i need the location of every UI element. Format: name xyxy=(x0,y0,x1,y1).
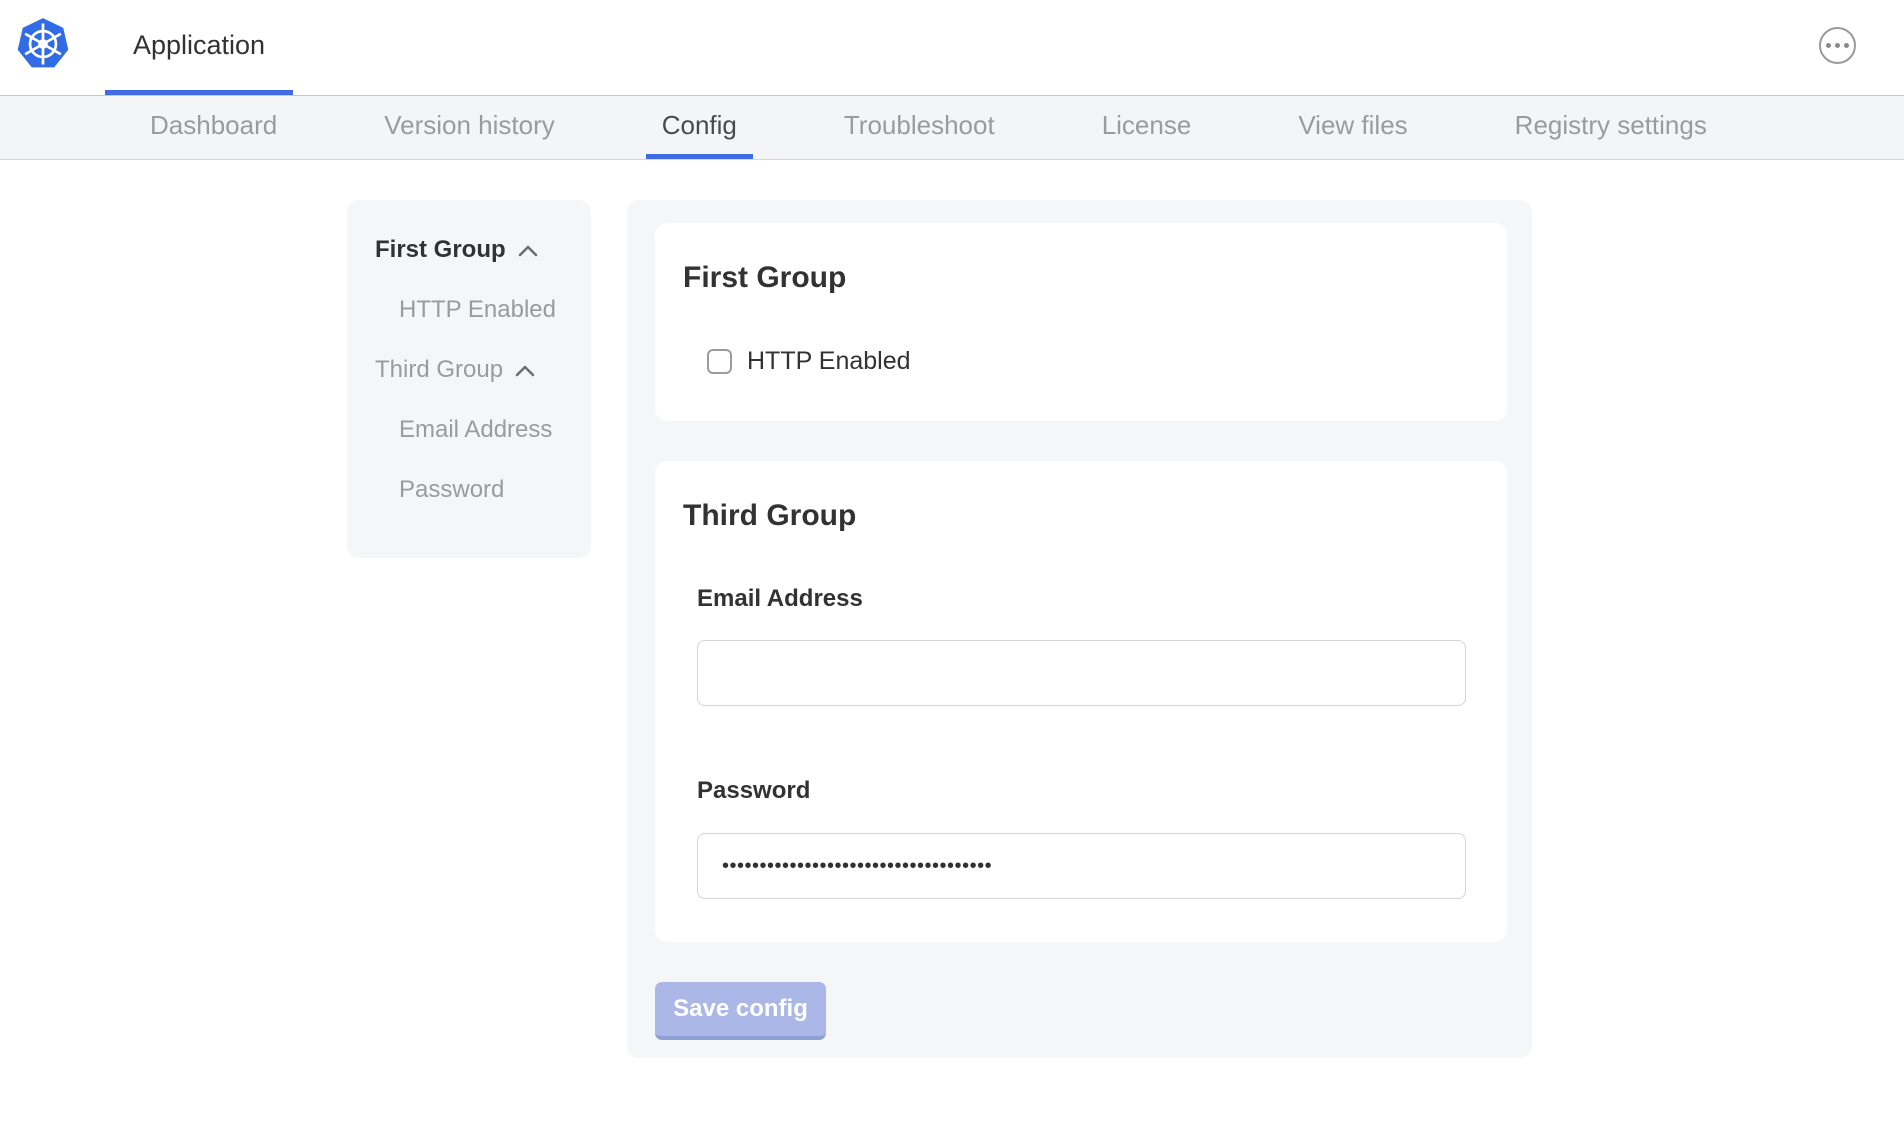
sidebar-group-first-group[interactable]: First Group xyxy=(347,220,591,280)
sidebar-item-email-address[interactable]: Email Address xyxy=(347,400,591,460)
sidebar-item-label: HTTP Enabled xyxy=(399,296,556,324)
tab-license[interactable]: License xyxy=(1086,96,1208,159)
sidebar-item-label: Email Address xyxy=(399,416,552,444)
config-group-card-first-group: First Group HTTP Enabled xyxy=(655,223,1507,421)
chevron-up-icon xyxy=(518,244,538,257)
sidebar-item-http-enabled[interactable]: HTTP Enabled xyxy=(347,280,591,340)
tab-view-files[interactable]: View files xyxy=(1282,96,1423,159)
email-address-label: Email Address xyxy=(697,585,863,613)
app-header: Application xyxy=(0,0,1904,96)
email-address-input[interactable] xyxy=(697,640,1466,706)
sidebar-group-label: Third Group xyxy=(375,356,503,384)
tab-version-history[interactable]: Version history xyxy=(368,96,571,159)
sidebar-group-third-group[interactable]: Third Group xyxy=(347,340,591,400)
group-title: Third Group xyxy=(683,499,856,533)
password-input[interactable] xyxy=(697,833,1466,899)
config-content-panel: First Group HTTP Enabled Third Group Ema… xyxy=(627,200,1532,1058)
sidebar-group-label: First Group xyxy=(375,236,506,264)
tab-troubleshoot[interactable]: Troubleshoot xyxy=(828,96,1011,159)
tab-config[interactable]: Config xyxy=(646,96,753,159)
sidebar-item-label: Password xyxy=(399,476,504,504)
overflow-menu-button[interactable] xyxy=(1819,27,1856,64)
http-enabled-checkbox[interactable] xyxy=(707,349,732,374)
kubernetes-logo xyxy=(16,17,70,71)
chevron-up-icon xyxy=(515,364,535,377)
password-label: Password xyxy=(697,777,810,805)
config-group-card-third-group: Third Group Email Address Password xyxy=(655,461,1507,942)
ellipsis-icon xyxy=(1826,43,1831,48)
tab-dashboard[interactable]: Dashboard xyxy=(134,96,293,159)
http-enabled-label[interactable]: HTTP Enabled xyxy=(747,347,911,376)
sidebar-item-password[interactable]: Password xyxy=(347,460,591,520)
tab-registry-settings[interactable]: Registry settings xyxy=(1499,96,1723,159)
app-nav-tabs: Dashboard Version history Config Trouble… xyxy=(0,96,1904,160)
app-tab-application[interactable]: Application xyxy=(105,0,293,95)
http-enabled-field: HTTP Enabled xyxy=(707,347,911,376)
save-config-button[interactable]: Save config xyxy=(655,982,826,1040)
group-title: First Group xyxy=(683,261,846,295)
config-group-sidebar: First Group HTTP Enabled Third Group Ema… xyxy=(347,200,591,558)
